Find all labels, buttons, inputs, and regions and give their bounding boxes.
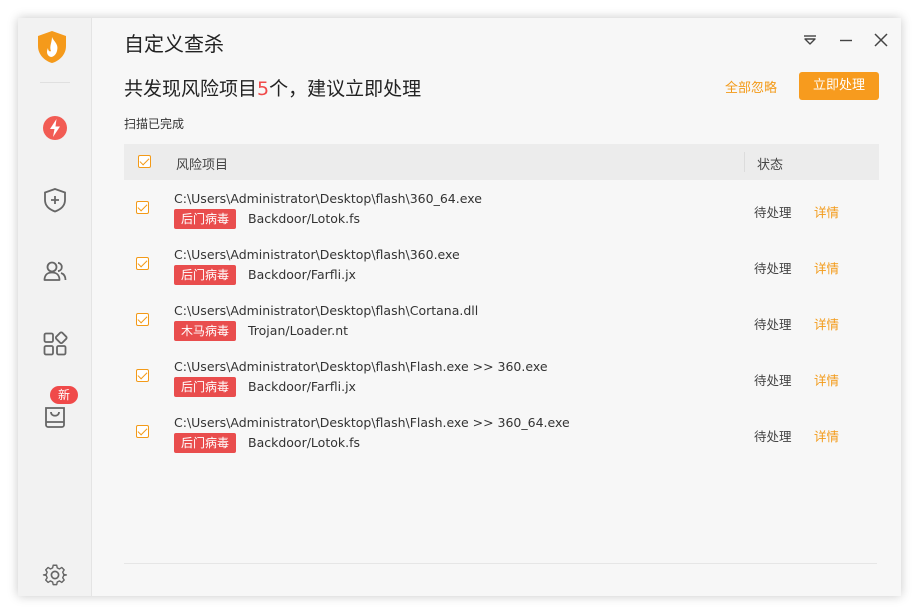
bottom-divider <box>124 563 877 564</box>
scan-window: 新 自定义查杀 共发现风险项目5个，建议立即处理 全部忽略 立即处理 扫描已完成… <box>18 18 901 596</box>
threat-tag: 后门病毒 <box>174 377 237 397</box>
table-row[interactable]: C:\Users\Administrator\Desktop\flash\Fla… <box>124 348 879 404</box>
file-path: C:\Users\Administrator\Desktop\flash\Fla… <box>174 415 570 430</box>
row-checkbox[interactable] <box>136 425 149 438</box>
close-icon <box>874 33 888 47</box>
details-link[interactable]: 详情 <box>814 202 839 221</box>
new-badge: 新 <box>50 386 78 404</box>
risk-table: 风险项目 状态 C:\Users\Administrator\Desktop\f… <box>124 144 879 460</box>
row-status: 待处理 <box>754 429 792 444</box>
minimize-button[interactable] <box>833 29 859 51</box>
sidebar: 新 <box>18 18 92 596</box>
users-icon <box>43 261 67 281</box>
ignore-all-link[interactable]: 全部忽略 <box>725 77 777 96</box>
table-row[interactable]: C:\Users\Administrator\Desktop\flash\Cor… <box>124 292 879 348</box>
threat-tag: 后门病毒 <box>174 209 237 229</box>
row-status: 待处理 <box>754 373 792 388</box>
row-checkbox[interactable] <box>136 369 149 382</box>
handle-now-button[interactable]: 立即处理 <box>799 72 879 100</box>
menu-triangle-icon <box>804 35 816 45</box>
risk-count: 5 <box>257 78 270 100</box>
risk-summary: 共发现风险项目5个，建议立即处理 <box>124 74 421 101</box>
file-path: C:\Users\Administrator\Desktop\flash\360… <box>174 191 482 206</box>
virus-name: Trojan/Loader.nt <box>248 323 349 338</box>
details-link[interactable]: 详情 <box>814 370 839 389</box>
window-title: 自定义查杀 <box>124 32 224 56</box>
sidebar-item-protection[interactable] <box>18 178 92 222</box>
details-link[interactable]: 详情 <box>814 258 839 277</box>
main-panel: 自定义查杀 共发现风险项目5个，建议立即处理 全部忽略 立即处理 扫描已完成 风… <box>92 18 901 596</box>
bag-icon <box>45 407 65 428</box>
details-link[interactable]: 详情 <box>814 426 839 445</box>
close-button[interactable] <box>868 29 894 51</box>
app-logo-icon <box>36 30 68 64</box>
threat-tag: 木马病毒 <box>174 321 237 341</box>
row-status: 待处理 <box>754 317 792 332</box>
settings-button[interactable] <box>18 554 92 596</box>
lightning-icon <box>43 116 67 140</box>
table-header: 风险项目 状态 <box>124 144 879 180</box>
gear-icon <box>42 564 68 586</box>
sidebar-item-users[interactable] <box>18 249 92 293</box>
file-path: C:\Users\Administrator\Desktop\flash\360… <box>174 247 460 262</box>
file-path: C:\Users\Administrator\Desktop\flash\Cor… <box>174 303 479 318</box>
menu-dropdown-button[interactable] <box>797 29 823 51</box>
scan-status: 扫描已完成 <box>124 117 185 131</box>
summary-prefix: 共发现风险项目 <box>124 78 258 100</box>
virus-name: Backdoor/Lotok.fs <box>248 435 360 450</box>
apps-grid-icon <box>43 331 68 356</box>
table-row[interactable]: C:\Users\Administrator\Desktop\flash\Fla… <box>124 404 879 460</box>
select-all-checkbox[interactable] <box>138 155 151 168</box>
virus-name: Backdoor/Farfli.jx <box>248 267 356 282</box>
table-row[interactable]: C:\Users\Administrator\Desktop\flash\360… <box>124 236 879 292</box>
row-checkbox[interactable] <box>136 257 149 270</box>
row-status: 待处理 <box>754 205 792 220</box>
logo-divider <box>40 82 70 83</box>
file-path: C:\Users\Administrator\Desktop\flash\Fla… <box>174 359 548 374</box>
shield-plus-icon <box>44 188 66 213</box>
sidebar-item-toolbox[interactable]: 新 <box>18 386 92 438</box>
column-divider <box>744 152 745 172</box>
row-status: 待处理 <box>754 261 792 276</box>
summary-suffix: 个，建议立即处理 <box>269 78 422 100</box>
threat-tag: 后门病毒 <box>174 265 237 285</box>
sidebar-item-apps[interactable] <box>18 322 92 366</box>
virus-name: Backdoor/Lotok.fs <box>248 211 360 226</box>
sidebar-item-speedup[interactable] <box>18 106 92 150</box>
details-link[interactable]: 详情 <box>814 314 839 333</box>
minimize-icon <box>840 39 852 42</box>
row-checkbox[interactable] <box>136 313 149 326</box>
row-checkbox[interactable] <box>136 201 149 214</box>
column-header-name: 风险项目 <box>176 158 229 173</box>
virus-name: Backdoor/Farfli.jx <box>248 379 356 394</box>
threat-tag: 后门病毒 <box>174 433 237 453</box>
column-header-status: 状态 <box>757 158 784 173</box>
table-row[interactable]: C:\Users\Administrator\Desktop\flash\360… <box>124 180 879 236</box>
